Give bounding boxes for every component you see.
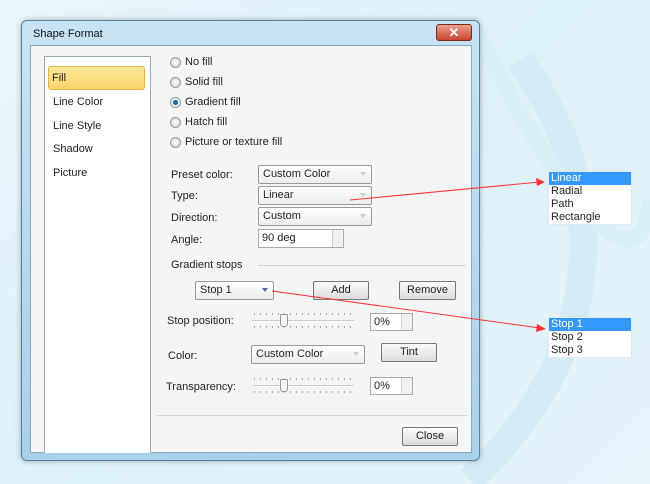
- arrow-line: [271, 290, 541, 329]
- arrow-line: [349, 181, 541, 201]
- arrow-head-icon: [536, 178, 545, 186]
- annotation-arrows: [271, 178, 546, 332]
- arrow-head-icon: [536, 324, 546, 332]
